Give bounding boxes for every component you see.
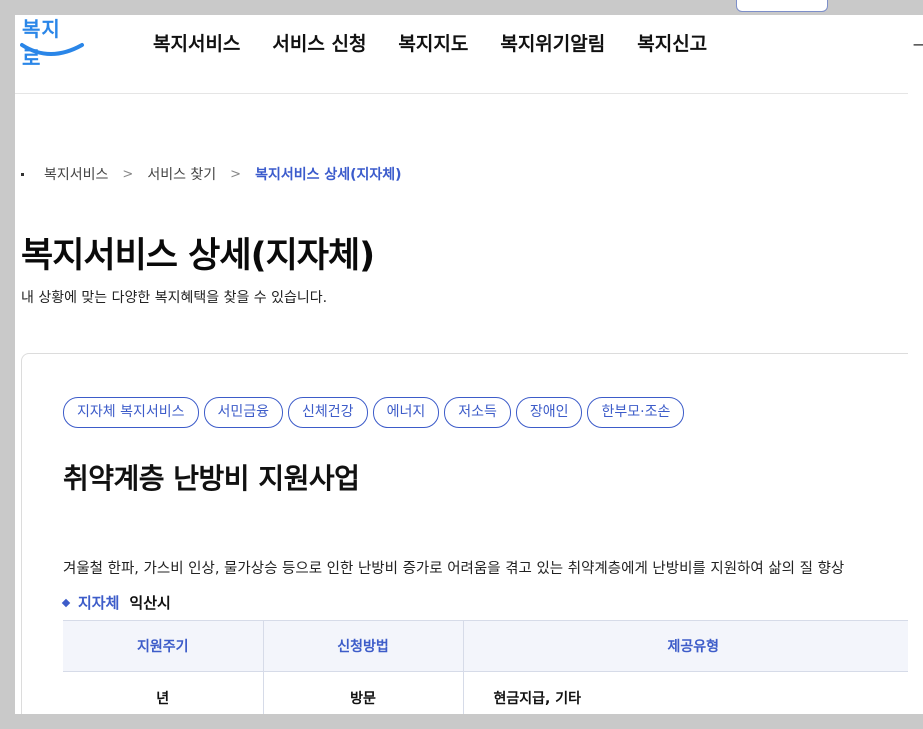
nav-item-welfare-service[interactable]: 복지서비스 [153,29,240,56]
table-header-type: 제공유형 [463,620,908,672]
region-info: 지자체 익산시 [61,592,171,613]
service-title: 취약계층 난방비 지원사업 [63,462,360,495]
logo[interactable]: 복지로 [20,15,84,70]
tag-energy[interactable]: 에너지 [372,397,440,428]
tag-disabled[interactable]: 장애인 [515,397,583,428]
logo-smile-icon [20,43,84,56]
chevron-right-icon: > [230,166,242,182]
tag-local-welfare[interactable]: 지자체 복지서비스 [63,397,199,428]
breadcrumb-item-welfare-service[interactable]: 복지서비스 [44,164,108,184]
region-label: 지자체 [78,594,120,612]
nav-item-report[interactable]: 복지신고 [637,29,707,56]
tag-single-parent[interactable]: 한부모·조손 [587,397,685,428]
table-cell-cycle: 년 [63,671,264,714]
service-info-table: 지원주기 신청방법 제공유형 년 방문 현금지급, 기타 [63,620,908,714]
table-header-cycle: 지원주기 [63,620,264,672]
breadcrumb: 복지서비스 > 서비스 찾기 > 복지서비스 상세(지자체) [21,164,402,184]
table-cell-type: 현금지급, 기타 [463,671,908,714]
service-detail-card: 지자체 복지서비스 서민금융 신체건강 에너지 저소득 장애인 한부모·조손 취… [21,353,908,714]
breadcrumb-item-current: 복지서비스 상세(지자체) [255,167,402,183]
table-header-method: 신청방법 [263,620,464,672]
table-cell-method: 방문 [263,671,464,714]
table-header-row: 지원주기 신청방법 제공유형 [63,620,908,672]
page-viewport: 복지로 복지서비스 서비스 신청 복지지도 복지위기알림 복지신고 복지서비스 … [15,15,908,714]
tag-physical-health[interactable]: 신체건강 [288,397,368,428]
chevron-right-icon: > [122,166,134,182]
page-title: 복지서비스 상세(지자체) [21,236,375,276]
diamond-bullet-icon [61,598,71,607]
tag-microfinance[interactable]: 서민금융 [203,397,284,428]
partial-icon: − [912,35,923,54]
page-subtitle: 내 상황에 맞는 다양한 복지혜택을 찾을 수 있습니다. [21,290,328,306]
service-description: 겨울철 한파, 가스비 인상, 물가상승 등으로 인한 난방비 증가로 어려움을… [63,560,845,577]
global-header: 복지로 복지서비스 서비스 신청 복지지도 복지위기알림 복지신고 [15,15,908,94]
nav-item-service-apply[interactable]: 서비스 신청 [272,29,366,56]
region-value: 익산시 [129,594,171,612]
table-row: 년 방문 현금지급, 기타 [63,671,908,714]
nav-item-crisis-alert[interactable]: 복지위기알림 [500,29,605,56]
top-right-button-outline[interactable] [736,0,828,12]
right-edge-strip: − [908,15,923,714]
main-nav: 복지서비스 서비스 신청 복지지도 복지위기알림 복지신고 [153,29,739,56]
home-dot-icon [21,172,24,176]
nav-item-welfare-map[interactable]: 복지지도 [398,29,468,56]
breadcrumb-item-service-search[interactable]: 서비스 찾기 [147,164,216,184]
tag-low-income[interactable]: 저소득 [444,397,511,428]
tag-list: 지자체 복지서비스 서민금융 신체건강 에너지 저소득 장애인 한부모·조손 [63,397,689,428]
